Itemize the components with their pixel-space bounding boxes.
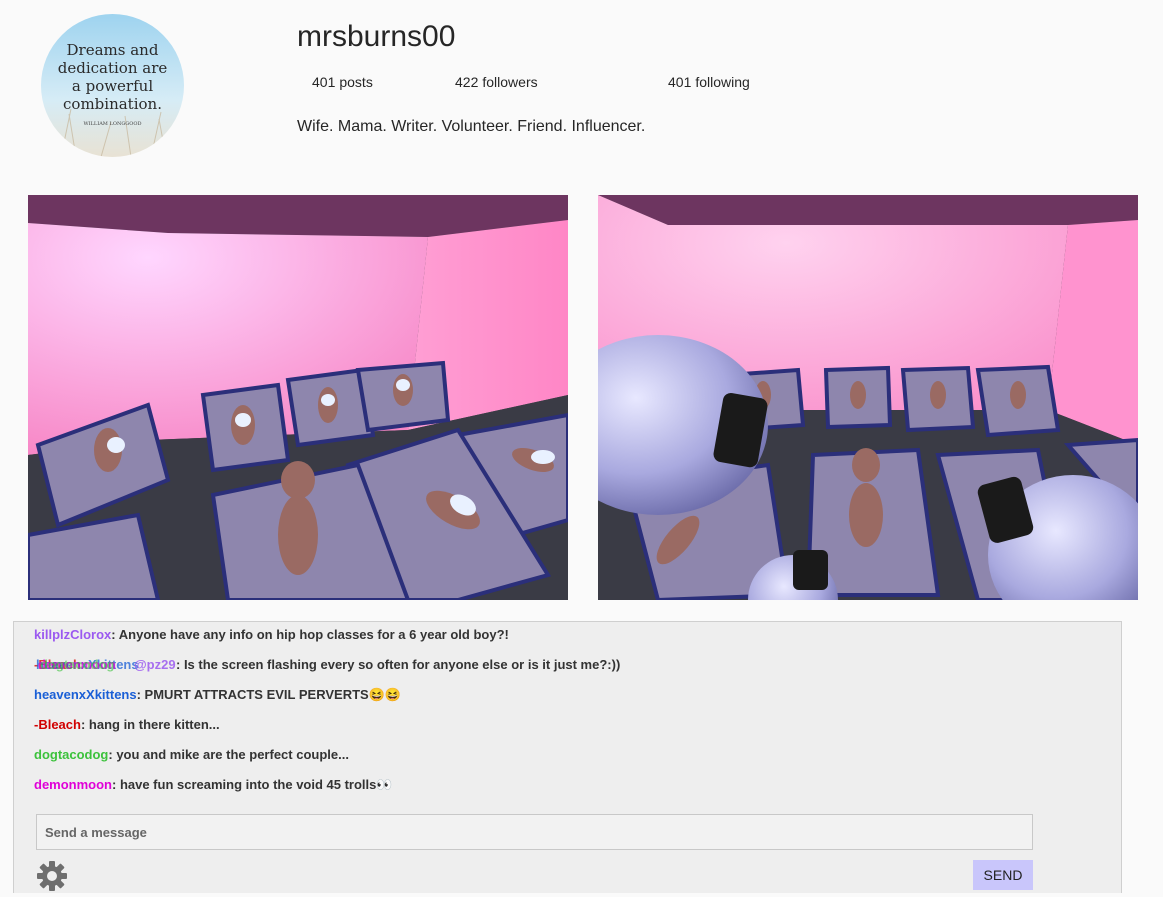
chat-username: dogtacodog: [40, 657, 115, 672]
following-label: following: [695, 74, 750, 90]
chat-message: killplzClorox: Anyone have any info on h…: [34, 627, 509, 642]
chat-username[interactable]: dogtacodog: [34, 747, 108, 762]
overlapping-usernames[interactable]: -Bleach heavenxXkittens demonmoon dogtac…: [34, 657, 176, 672]
avatar-quote-line: a powerful: [72, 77, 153, 95]
profile-username: mrsburns00: [297, 20, 456, 53]
gear-icon[interactable]: [36, 860, 68, 892]
posts-stat[interactable]: 401 posts: [312, 74, 373, 90]
avatar-quote-line: Dreams and: [67, 41, 159, 59]
chat-message: dogtacodog: you and mike are the perfect…: [34, 747, 349, 762]
profile-bio: Wife. Mama. Writer. Volunteer. Friend. I…: [297, 118, 646, 135]
chat-message: heavenxXkittens: PMURT ATTRACTS EVIL PER…: [34, 687, 401, 703]
chat-panel: killplzClorox: Anyone have any info on h…: [13, 621, 1122, 893]
posts-label: posts: [339, 74, 373, 90]
avatar-quote-line: combination.: [63, 95, 162, 113]
following-stat[interactable]: 401 following: [668, 74, 750, 90]
chat-text: : PMURT ATTRACTS EVIL PERVERTS😆😆: [136, 687, 402, 702]
chat-message: -Bleach: hang in there kitten...: [34, 717, 220, 732]
chat-username[interactable]: -Bleach: [34, 717, 81, 732]
chat-username: @pz29: [134, 657, 176, 672]
followers-stat[interactable]: 422 followers: [455, 74, 538, 90]
chat-username[interactable]: heavenxXkittens: [34, 687, 137, 702]
chat-text: : hang in there kitten...: [80, 717, 220, 732]
following-count: 401: [668, 74, 692, 90]
chat-username[interactable]: demonmoon: [34, 777, 112, 792]
chat-username[interactable]: killplzClorox: [34, 627, 111, 642]
send-button[interactable]: SEND: [973, 860, 1033, 890]
chat-text: : Is the screen flashing every so often …: [176, 657, 621, 672]
chat-text: : Anyone have any info on hip hop classe…: [111, 627, 509, 642]
message-input[interactable]: [36, 814, 1033, 850]
posts-count: 401: [312, 74, 336, 90]
followers-count: 422: [455, 74, 479, 90]
chat-message-overlapping: -Bleach heavenxXkittens demonmoon dogtac…: [34, 657, 620, 672]
chat-text: : you and mike are the perfect couple...: [108, 747, 349, 762]
avatar[interactable]: Dreams and dedication are a powerful com…: [41, 14, 184, 157]
post-photo[interactable]: [28, 195, 568, 600]
chat-message: demonmoon: have fun screaming into the v…: [34, 777, 393, 793]
chat-text: : have fun screaming into the void 45 tr…: [112, 777, 393, 792]
avatar-quote-author: WILLIAM LONGGOOD: [83, 121, 141, 127]
avatar-quote-line: dedication are: [58, 59, 168, 77]
post-photo[interactable]: [598, 195, 1138, 600]
followers-label: followers: [482, 74, 538, 90]
